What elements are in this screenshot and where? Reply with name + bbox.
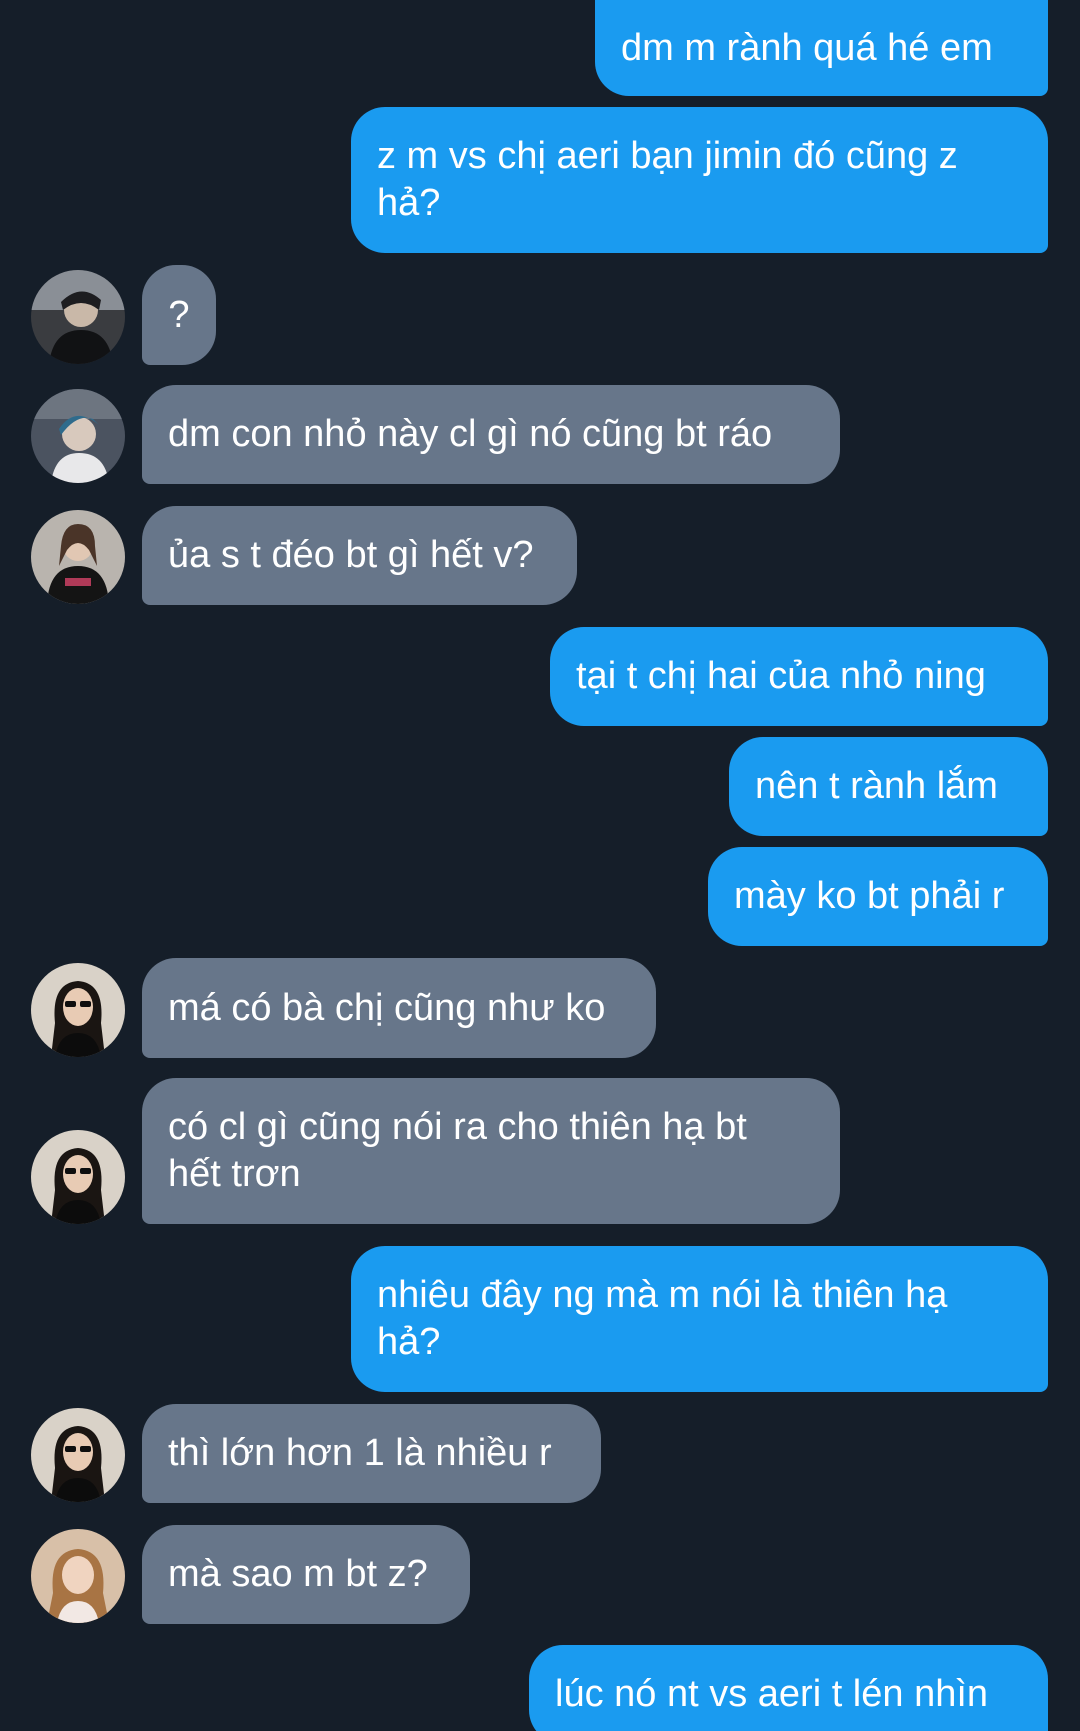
avatar[interactable] <box>31 1130 125 1224</box>
avatar-2-image <box>31 389 125 483</box>
avatar[interactable] <box>31 963 125 1057</box>
sent-message-bubble[interactable]: z m vs chị aeri bạn jimin đó cũng z hả? <box>351 107 1048 253</box>
sent-message-bubble[interactable]: mày ko bt phải r <box>708 847 1048 946</box>
avatar[interactable] <box>31 389 125 483</box>
received-message-bubble[interactable]: má có bà chị cũng như ko <box>142 958 656 1058</box>
sent-message-bubble[interactable]: tại t chị hai của nhỏ ning <box>550 627 1048 726</box>
avatar-3-image <box>31 510 125 604</box>
avatar[interactable] <box>31 1529 125 1623</box>
sent-message-bubble[interactable]: nên t rành lắm <box>729 737 1048 836</box>
received-message-bubble[interactable]: ủa s t đéo bt gì hết v? <box>142 506 577 605</box>
sent-message-bubble[interactable]: nhiêu đây ng mà m nói là thiên hạ hả? <box>351 1246 1048 1392</box>
sent-message-bubble[interactable]: lúc nó nt vs aeri t lén nhìn <box>529 1645 1048 1731</box>
avatar[interactable] <box>31 510 125 604</box>
chat-thread[interactable]: dm m rành quá hé em z m vs chị aeri bạn … <box>0 0 1080 1731</box>
received-message-bubble[interactable]: dm con nhỏ này cl gì nó cũng bt ráo <box>142 385 840 484</box>
avatar-4-image <box>31 1130 125 1224</box>
received-message-bubble[interactable]: thì lớn hơn 1 là nhiều r <box>142 1404 601 1503</box>
sent-message-bubble[interactable]: dm m rành quá hé em <box>595 0 1048 96</box>
received-message-bubble[interactable]: có cl gì cũng nói ra cho thiên hạ bt hết… <box>142 1078 840 1224</box>
avatar-4-image <box>31 963 125 1057</box>
avatar[interactable] <box>31 1408 125 1502</box>
received-message-bubble[interactable]: ? <box>142 265 216 365</box>
avatar-4-image <box>31 1408 125 1502</box>
avatar[interactable] <box>31 270 125 364</box>
avatar-1-image <box>31 270 125 364</box>
avatar-5-image <box>31 1529 125 1623</box>
received-message-bubble[interactable]: mà sao m bt z? <box>142 1525 470 1624</box>
